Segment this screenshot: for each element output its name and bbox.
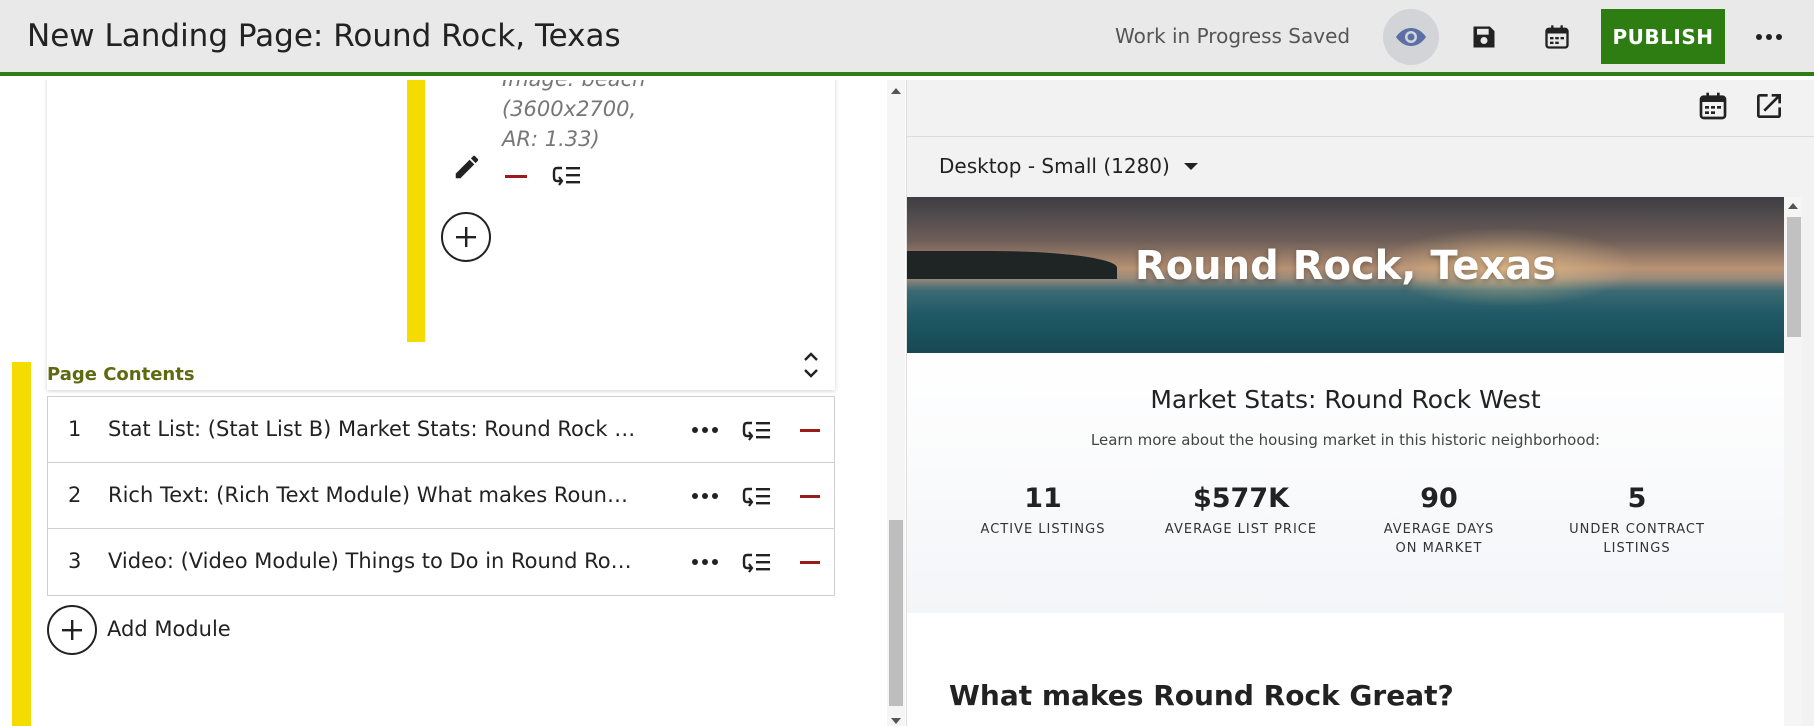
item-remove-button[interactable]	[800, 495, 820, 498]
list-item[interactable]: 3 Video: (Video Module) Things to Do in …	[48, 529, 834, 595]
nest-list-icon	[552, 166, 580, 186]
editor-scrollbar[interactable]	[887, 80, 905, 726]
section-heading: What makes Round Rock Great?	[949, 679, 1454, 712]
device-size-value: Desktop - Small (1280)	[939, 154, 1170, 178]
stat-value: $577K	[1192, 483, 1290, 514]
more-horizontal-icon	[692, 493, 718, 499]
more-options-button[interactable]	[1748, 17, 1790, 57]
hero-banner: Round Rock, Texas	[907, 197, 1784, 353]
scroll-up-arrow-icon[interactable]	[891, 88, 901, 94]
section-indicator-bar	[12, 362, 31, 726]
item-label: Rich Text: (Rich Text Module) What makes…	[108, 483, 638, 507]
move-button[interactable]	[552, 162, 582, 188]
item-remove-button[interactable]	[800, 429, 820, 432]
stat-label: UNDER CONTRACT LISTINGS	[1569, 522, 1705, 556]
more-horizontal-icon	[692, 427, 718, 433]
stat-list-module: Market Stats: Round Rock West Learn more…	[907, 353, 1784, 613]
item-move-button[interactable]	[742, 415, 772, 445]
schedule-button[interactable]	[1537, 17, 1577, 57]
scroll-down-arrow-icon[interactable]	[891, 718, 901, 724]
plus-icon	[456, 227, 476, 247]
device-size-select[interactable]: Desktop - Small (1280)	[939, 154, 1198, 178]
plus-icon	[62, 620, 82, 640]
nest-list-icon	[742, 421, 770, 441]
stat-item: 90 AVERAGE DAYS ON MARKET	[1349, 483, 1529, 558]
calendar-icon	[1545, 25, 1569, 49]
preview-schedule-button[interactable]	[1697, 90, 1731, 124]
scroll-up-arrow-icon[interactable]	[1788, 203, 1798, 209]
eye-icon	[1396, 28, 1426, 46]
chevron-down-icon	[1183, 162, 1198, 170]
stats-title: Market Stats: Round Rock West	[1150, 385, 1541, 414]
add-module-button[interactable]	[47, 605, 97, 655]
stat-value: 90	[1420, 483, 1458, 514]
item-more-button[interactable]	[690, 485, 720, 507]
stat-label: ACTIVE LISTINGS	[980, 522, 1106, 537]
page-preview: Round Rock, Texas Market Stats: Round Ro…	[907, 197, 1784, 726]
item-more-button[interactable]	[690, 419, 720, 441]
pencil-icon	[455, 155, 479, 179]
list-item[interactable]: 2 Rich Text: (Rich Text Module) What mak…	[48, 463, 834, 529]
item-move-button[interactable]	[742, 481, 772, 511]
stat-value: 5	[1627, 483, 1647, 514]
list-item[interactable]: 1 Stat List: (Stat List B) Market Stats:…	[48, 397, 834, 463]
top-toolbar: New Landing Page: Round Rock, Texas Work…	[0, 0, 1814, 76]
scrollbar-thumb[interactable]	[1787, 217, 1801, 337]
nesting-indicator-bar	[407, 80, 425, 342]
open-in-new-icon	[1757, 94, 1781, 118]
item-move-button[interactable]	[742, 547, 772, 577]
more-horizontal-icon	[1756, 34, 1782, 40]
item-label: Stat List: (Stat List B) Market Stats: R…	[108, 417, 638, 441]
nest-list-icon	[742, 487, 770, 507]
add-module-label[interactable]: Add Module	[107, 617, 231, 641]
preview-scrollbar[interactable]	[1784, 197, 1802, 726]
stat-value: 11	[1024, 483, 1062, 514]
item-number: 2	[68, 483, 82, 507]
save-icon	[1473, 26, 1495, 48]
save-status: Work in Progress Saved	[1115, 24, 1351, 48]
image-meta-text: Image: beach (3600x2700, AR: 1.33)	[502, 80, 646, 151]
stat-item: 11 ACTIVE LISTINGS	[953, 483, 1133, 539]
more-horizontal-icon	[692, 559, 718, 565]
preview-toolbar-divider	[907, 136, 1814, 137]
item-more-button[interactable]	[690, 551, 720, 573]
stat-item: 5 UNDER CONTRACT LISTINGS	[1547, 483, 1727, 558]
add-item-button[interactable]	[441, 212, 491, 262]
stat-item: $577K AVERAGE LIST PRICE	[1151, 483, 1331, 539]
stats-subtitle: Learn more about the housing market in t…	[1090, 431, 1601, 449]
edit-button[interactable]	[452, 152, 482, 182]
item-number: 3	[68, 549, 82, 573]
hero-title: Round Rock, Texas	[1134, 243, 1557, 289]
preview-toggle-button[interactable]	[1383, 9, 1439, 65]
collapse-toggle[interactable]	[796, 348, 826, 382]
item-number: 1	[68, 417, 82, 441]
page-contents-heading: Page Contents	[47, 364, 195, 385]
publish-button[interactable]: PUBLISH	[1601, 9, 1725, 64]
stat-label: AVERAGE DAYS ON MARKET	[1383, 522, 1495, 556]
open-in-new-window-button[interactable]	[1753, 90, 1787, 124]
page-title: New Landing Page: Round Rock, Texas	[27, 18, 621, 54]
item-label: Video: (Video Module) Things to Do in Ro…	[108, 549, 638, 573]
preview-panel: Desktop - Small (1280) Round Rock, Texas…	[906, 80, 1814, 726]
save-button[interactable]	[1464, 17, 1504, 57]
calendar-icon	[1699, 92, 1727, 120]
page-contents-list: 1 Stat List: (Stat List B) Market Stats:…	[47, 396, 835, 596]
item-remove-button[interactable]	[800, 561, 820, 564]
editor-panel: Image: beach (3600x2700, AR: 1.33) Page …	[0, 80, 888, 726]
remove-button[interactable]	[505, 175, 527, 178]
stat-label: AVERAGE LIST PRICE	[1164, 522, 1318, 537]
scrollbar-thumb[interactable]	[889, 520, 903, 706]
unfold-icon	[804, 352, 818, 378]
nest-list-icon	[742, 553, 770, 573]
